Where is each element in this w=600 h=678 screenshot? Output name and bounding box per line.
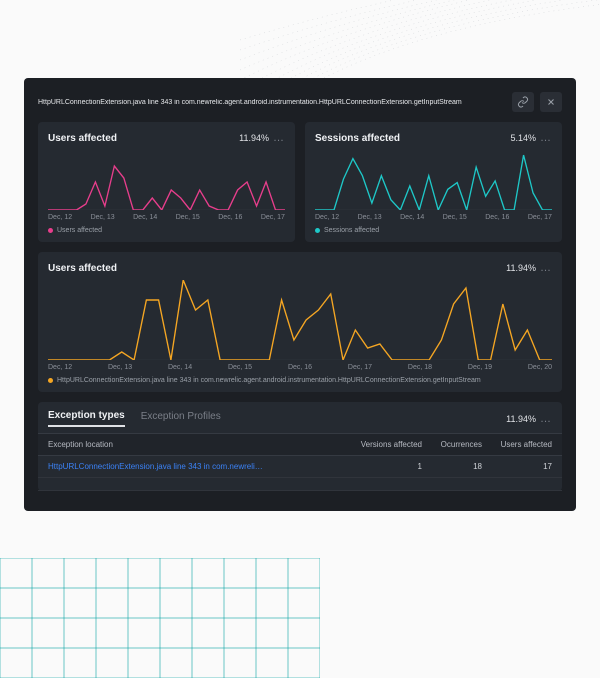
link-icon [517, 96, 529, 108]
tab-exception-types[interactable]: Exception types [48, 410, 125, 427]
legend-dot [315, 228, 320, 233]
users-affected-wide-card: Users affected 11.94% … Dec, 12Dec, 13De… [38, 252, 562, 392]
xaxis-label: Dec, 12 [48, 214, 72, 221]
xaxis-label: Dec, 16 [218, 214, 242, 221]
xaxis-label: Dec, 15 [176, 214, 200, 221]
xaxis: Dec, 12 Dec, 13 Dec, 14 Dec, 15 Dec, 16 Dec, … [48, 214, 285, 221]
xaxis-label: Dec, 17 [528, 214, 552, 221]
card-more-button[interactable]: … [540, 132, 552, 144]
exception-table-card: Exception types Exception Profiles 11.94… [38, 402, 562, 491]
table-row[interactable]: HttpURLConnectionExtension.java line 343… [38, 456, 562, 478]
card-more-button[interactable]: … [540, 413, 552, 425]
xaxis: Dec, 12 Dec, 13 Dec, 14 Dec, 15 Dec, 16 Dec, … [48, 364, 552, 371]
xaxis-label: Dec, 17 [348, 364, 372, 371]
xaxis: Dec, 12 Dec, 13 Dec, 14 Dec, 15 Dec, 16 Dec, … [315, 214, 552, 221]
users-wide-chart [48, 280, 552, 360]
legend: Users affected [48, 227, 285, 234]
xaxis-label: Dec, 16 [288, 364, 312, 371]
card-stat: 11.94% [506, 263, 536, 273]
sessions-chart [315, 150, 552, 210]
xaxis-label: Dec, 14 [400, 214, 424, 221]
xaxis-label: Dec, 19 [468, 364, 492, 371]
table-header: Exception location Versions affected Ocu… [38, 433, 562, 456]
col-header-occurrences: Ocurrences [422, 440, 482, 449]
xaxis-label: Dec, 12 [315, 214, 339, 221]
card-title: Sessions affected [315, 133, 510, 144]
dashboard-panel: HttpURLConnectionExtension.java line 343… [24, 78, 576, 511]
link-button[interactable] [512, 92, 534, 112]
legend-label: Sessions affected [324, 227, 379, 234]
tab-stat: 11.94% [506, 414, 536, 424]
card-more-button[interactable]: … [540, 262, 552, 274]
card-stat: 5.14% [510, 133, 536, 143]
panel-header: HttpURLConnectionExtension.java line 343… [38, 92, 562, 112]
xaxis-label: Dec, 12 [48, 364, 72, 371]
legend-label: HttpURLConnectionExtension.java line 343… [57, 377, 481, 384]
xaxis-label: Dec, 18 [408, 364, 432, 371]
card-title: Users affected [48, 263, 506, 274]
xaxis-label: Dec, 13 [358, 214, 382, 221]
legend-dot [48, 228, 53, 233]
legend: HttpURLConnectionExtension.java line 343… [48, 377, 552, 384]
card-more-button[interactable]: … [273, 132, 285, 144]
col-header-versions: Versions affected [342, 440, 422, 449]
xaxis-label: Dec, 15 [443, 214, 467, 221]
legend: Sessions affected [315, 227, 552, 234]
close-icon [546, 97, 556, 107]
xaxis-label: Dec, 20 [528, 364, 552, 371]
legend-label: Users affected [57, 227, 102, 234]
tabs: Exception types Exception Profiles 11.94… [38, 402, 562, 433]
xaxis-label: Dec, 13 [108, 364, 132, 371]
xaxis-label: Dec, 14 [168, 364, 192, 371]
legend-dot [48, 378, 53, 383]
xaxis-label: Dec, 16 [485, 214, 509, 221]
close-button[interactable] [540, 92, 562, 112]
background-grid-decoration [0, 558, 320, 678]
tab-exception-profiles[interactable]: Exception Profiles [141, 411, 221, 426]
xaxis-label: Dec, 13 [91, 214, 115, 221]
cell-occurrences: 18 [422, 462, 482, 471]
sessions-affected-card: Sessions affected 5.14% … Dec, 12 Dec, 13… [305, 122, 562, 242]
table-row [38, 478, 562, 491]
card-title: Users affected [48, 133, 239, 144]
col-header-users: Users affected [482, 440, 552, 449]
cell-users: 17 [482, 462, 552, 471]
exception-location-link[interactable]: HttpURLConnectionExtension.java line 343… [48, 462, 342, 471]
panel-title: HttpURLConnectionExtension.java line 343… [38, 99, 506, 106]
xaxis-label: Dec, 15 [228, 364, 252, 371]
users-affected-card: Users affected 11.94% … Dec, 12Dec, 13De… [38, 122, 295, 242]
col-header-location: Exception location [48, 440, 342, 449]
users-chart [48, 150, 285, 210]
xaxis-label: Dec, 14 [133, 214, 157, 221]
cell-versions: 1 [342, 462, 422, 471]
xaxis-label: Dec, 17 [261, 214, 285, 221]
card-stat: 11.94% [239, 133, 269, 143]
